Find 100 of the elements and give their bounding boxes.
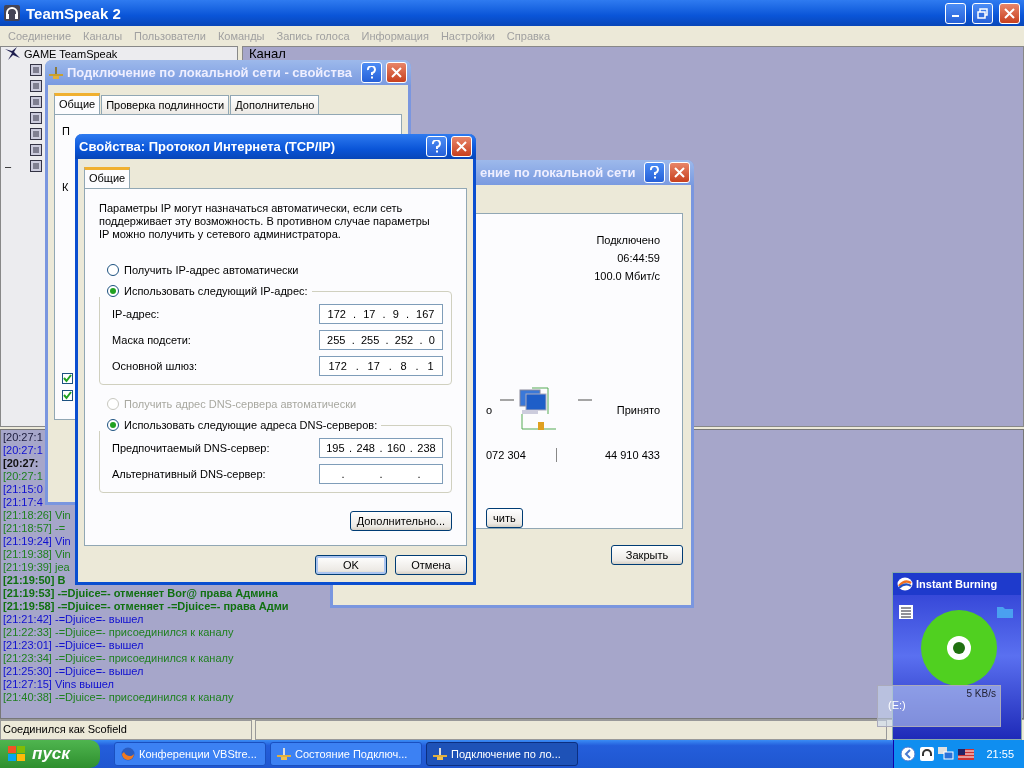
ip-address-field[interactable]: 255 . 255 . 252 . 0 — [319, 330, 443, 350]
log-line: [21:19:38] Vin — [3, 548, 71, 561]
help-button[interactable] — [361, 62, 382, 83]
close-icon — [674, 167, 685, 178]
globe-icon — [121, 747, 135, 761]
restore-button[interactable] — [972, 2, 993, 24]
channel-icon[interactable] — [30, 79, 42, 92]
start-logo-icon — [8, 746, 26, 762]
radio-label: Использовать следующий IP-адрес: — [124, 285, 308, 297]
channel-icon[interactable] — [30, 111, 42, 124]
duration-value: 06:44:59 — [617, 252, 660, 264]
network-icon[interactable] — [938, 747, 955, 761]
log-line: [21:22:33] -=Djuice=- присоединился к каналу — [3, 626, 234, 639]
disc-icon — [920, 609, 998, 687]
help-button[interactable] — [644, 162, 665, 183]
transfer-rate: 5 KB/s — [966, 688, 996, 699]
channel-icon[interactable] — [30, 143, 42, 156]
log-line: [21:27:15] Vins вышел — [3, 678, 114, 691]
channel-icon[interactable] — [30, 127, 42, 140]
log-line: [21:19:50] B — [3, 574, 66, 587]
close-icon — [391, 67, 402, 78]
log-line: [21:23:34] -=Djuice=- присоединился к каналу — [3, 652, 234, 665]
headset-icon — [4, 5, 20, 21]
menu-icon[interactable] — [899, 605, 913, 619]
tab[interactable]: Дополнительно — [230, 95, 320, 114]
ip-address-field[interactable]: 172 . 17 . 9 . 167 — [319, 304, 443, 324]
sent-label: о — [486, 404, 493, 416]
log-line: [21:25:30] -=Djuice=- вышел — [3, 665, 144, 678]
log-line: [21:21:42] -=Djuice=- вышел — [3, 613, 144, 626]
help-icon — [650, 166, 659, 179]
star-icon — [5, 46, 21, 61]
log-line: [21:17:4 — [3, 496, 43, 509]
widget-title: Instant Burning — [916, 578, 998, 590]
channel-icon[interactable] — [30, 159, 42, 172]
chevron-icon[interactable] — [900, 746, 917, 762]
restore-icon — [977, 7, 988, 19]
field-label: Основной шлюз: — [112, 360, 198, 372]
taskbar-button[interactable]: Конференции VBStre... — [114, 742, 266, 766]
advanced-button[interactable]: Дополнительно... — [349, 511, 452, 531]
radio-button[interactable] — [107, 264, 119, 276]
window-title: TeamSpeak 2 — [26, 4, 122, 22]
speed-value: 100.0 Мбит/с — [594, 270, 660, 282]
dialog-title: Свойства: Протокол Интернета (TCP/IP) — [79, 139, 336, 154]
network-icon — [277, 748, 291, 760]
radio-label: Получить адрес DNS-сервера автоматически — [124, 398, 357, 410]
field-label: Альтернативный DNS-сервер: — [112, 468, 266, 480]
help-icon — [367, 66, 376, 79]
log-line: [20:27:1 — [3, 431, 43, 444]
collapse-toggle[interactable]: – — [5, 159, 17, 172]
flag-icon[interactable] — [958, 748, 975, 760]
close-icon — [1004, 7, 1015, 19]
close-button[interactable]: Закрыть — [611, 545, 683, 565]
radio-label: Получить IP-адрес автоматически — [124, 264, 299, 276]
field-label: П — [62, 125, 71, 137]
server-name[interactable]: GAME TeamSpeak — [24, 47, 118, 60]
dialog-title: ение по локальной сети — [480, 165, 637, 180]
log-line: [21:19:58] -=Djuice=- отменяет -=Djuice=- права Адми — [3, 600, 289, 613]
taskbar-button[interactable]: Подключение по ло... — [426, 742, 578, 766]
received-bytes: 44 910 433 — [604, 449, 660, 461]
tab[interactable]: Проверка подлинности — [101, 95, 230, 114]
log-line: [21:23:01] -=Djuice=- вышел — [3, 639, 144, 652]
checkbox[interactable] — [62, 373, 73, 384]
field-label: К — [62, 181, 70, 193]
log-line: [21:15:0 — [3, 483, 43, 496]
channel-icon[interactable] — [30, 95, 42, 108]
received-label: Принято — [616, 404, 660, 416]
close-button[interactable] — [669, 162, 690, 183]
ip-address-field[interactable]: 172 . 17 . 8 . 1 — [319, 356, 443, 376]
minimize-icon — [952, 15, 959, 17]
tab[interactable]: Общие — [84, 167, 131, 188]
intro-text: Параметры IP могут назначаться автоматически, если сеть поддерживает эту возможность. В противном случае параметры IP можно получить у сетевого администратора. — [99, 202, 431, 241]
taskbar-button[interactable]: Состояние Подключ... — [270, 742, 422, 766]
disconnect-button[interactable]: чить — [486, 508, 523, 528]
dialog-button[interactable]: OK — [315, 555, 387, 575]
log-line: [21:40:38] -=Djuice=- присоединился к каналу — [3, 691, 234, 704]
log-line: [21:18:57] -= — [3, 522, 66, 535]
sent-bytes: 072 304 — [486, 449, 526, 461]
checkbox[interactable] — [62, 390, 73, 401]
close-button[interactable] — [999, 2, 1020, 24]
ip-address-field[interactable]: . . . — [319, 464, 443, 484]
status-value: Подключено — [596, 234, 660, 246]
close-button[interactable] — [386, 62, 407, 83]
channel-icon[interactable] — [30, 63, 42, 76]
log-line: [20:27:1 — [3, 470, 43, 483]
dialog-button[interactable]: Отмена — [395, 555, 467, 575]
log-line: [20:27: — [3, 457, 39, 470]
clock: 21:55 — [986, 748, 1014, 760]
radio-label: Использовать следующие адреса DNS-серверов: — [124, 419, 378, 431]
radio-button[interactable] — [107, 285, 119, 297]
headset-icon[interactable] — [920, 747, 935, 761]
minimize-button[interactable] — [945, 2, 966, 24]
close-button[interactable] — [451, 136, 472, 157]
field-label: IP-адрес: — [112, 308, 160, 320]
radio-button[interactable] — [107, 419, 119, 431]
tab[interactable]: Общие — [54, 93, 101, 114]
help-button[interactable] — [426, 136, 447, 157]
log-line: [21:19:53] -=Djuice=- отменяет Bor@ права Админа — [3, 587, 278, 600]
network-icon — [49, 66, 63, 79]
ip-address-field[interactable]: 195 . 248 . 160 . 238 — [319, 438, 443, 458]
status-text: Соединился как Scofield — [0, 720, 252, 740]
